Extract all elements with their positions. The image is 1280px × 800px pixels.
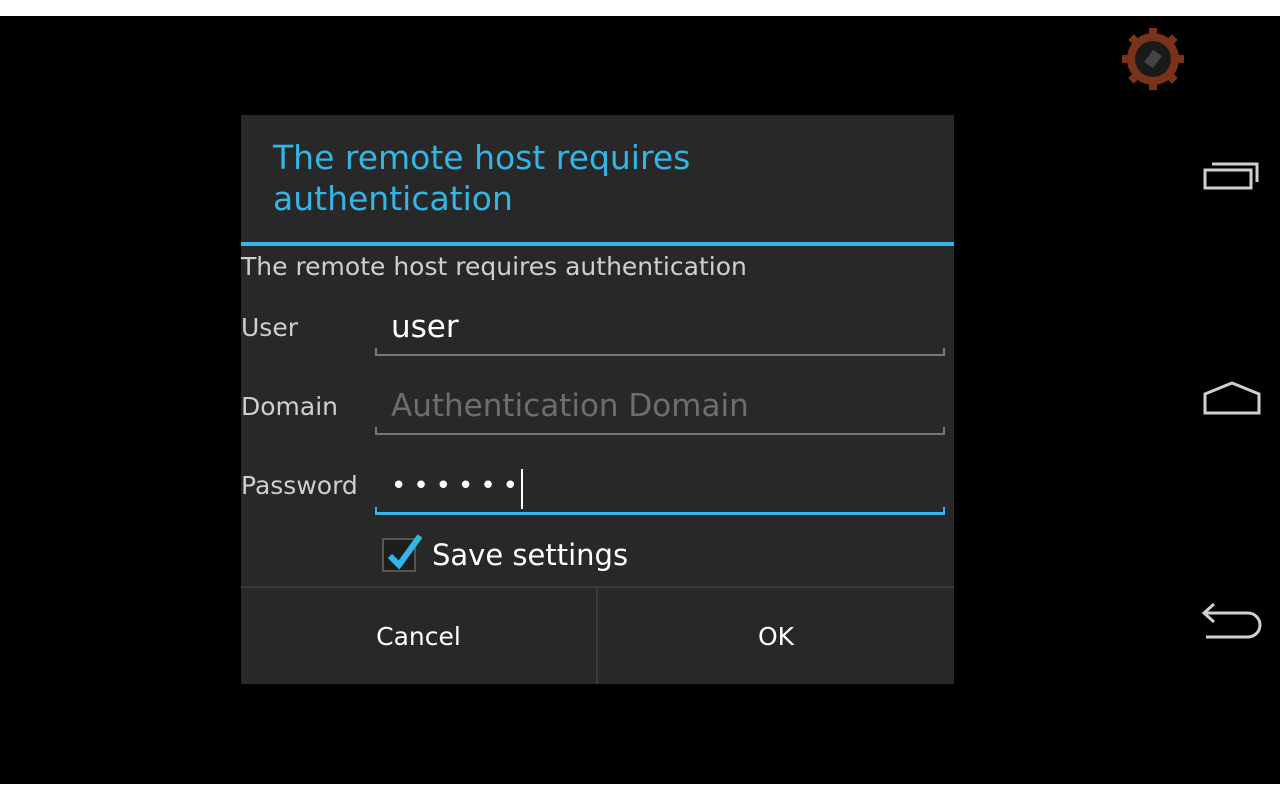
save-settings-checkbox[interactable] bbox=[382, 534, 423, 572]
password-label: Password bbox=[241, 471, 358, 500]
domain-input[interactable] bbox=[375, 381, 945, 431]
home-button[interactable] bbox=[1184, 353, 1280, 443]
checkmark-icon bbox=[387, 534, 423, 570]
home-icon bbox=[1203, 381, 1261, 415]
dialog-title: The remote host requires authentication bbox=[273, 138, 691, 218]
user-label: User bbox=[241, 313, 298, 342]
user-field[interactable] bbox=[375, 302, 945, 356]
cancel-button[interactable]: Cancel bbox=[241, 588, 596, 684]
domain-label: Domain bbox=[241, 392, 339, 421]
user-input[interactable] bbox=[375, 302, 945, 352]
domain-field[interactable] bbox=[375, 381, 945, 435]
save-settings-label: Save settings bbox=[432, 538, 629, 572]
ok-button[interactable]: OK bbox=[598, 588, 954, 684]
recent-apps-button[interactable] bbox=[1184, 130, 1280, 220]
gear-icon bbox=[1120, 26, 1186, 92]
recent-apps-icon bbox=[1203, 162, 1259, 190]
back-icon bbox=[1201, 602, 1262, 639]
domain-underline bbox=[375, 427, 945, 435]
back-button[interactable] bbox=[1184, 576, 1280, 666]
password-field[interactable] bbox=[375, 461, 945, 515]
dialog-message: The remote host requires authentication bbox=[241, 252, 747, 281]
authentication-dialog: The remote host requires authentication … bbox=[241, 115, 954, 684]
save-settings-row[interactable]: Save settings bbox=[382, 534, 629, 575]
title-divider bbox=[241, 242, 954, 246]
password-underline bbox=[375, 507, 945, 515]
password-input[interactable] bbox=[375, 461, 945, 511]
navigation-bar bbox=[1184, 16, 1280, 784]
user-underline bbox=[375, 348, 945, 356]
text-cursor bbox=[521, 469, 523, 509]
device-screen: The remote host requires authentication … bbox=[0, 16, 1280, 784]
dialog-button-bar: Cancel OK bbox=[241, 586, 954, 686]
